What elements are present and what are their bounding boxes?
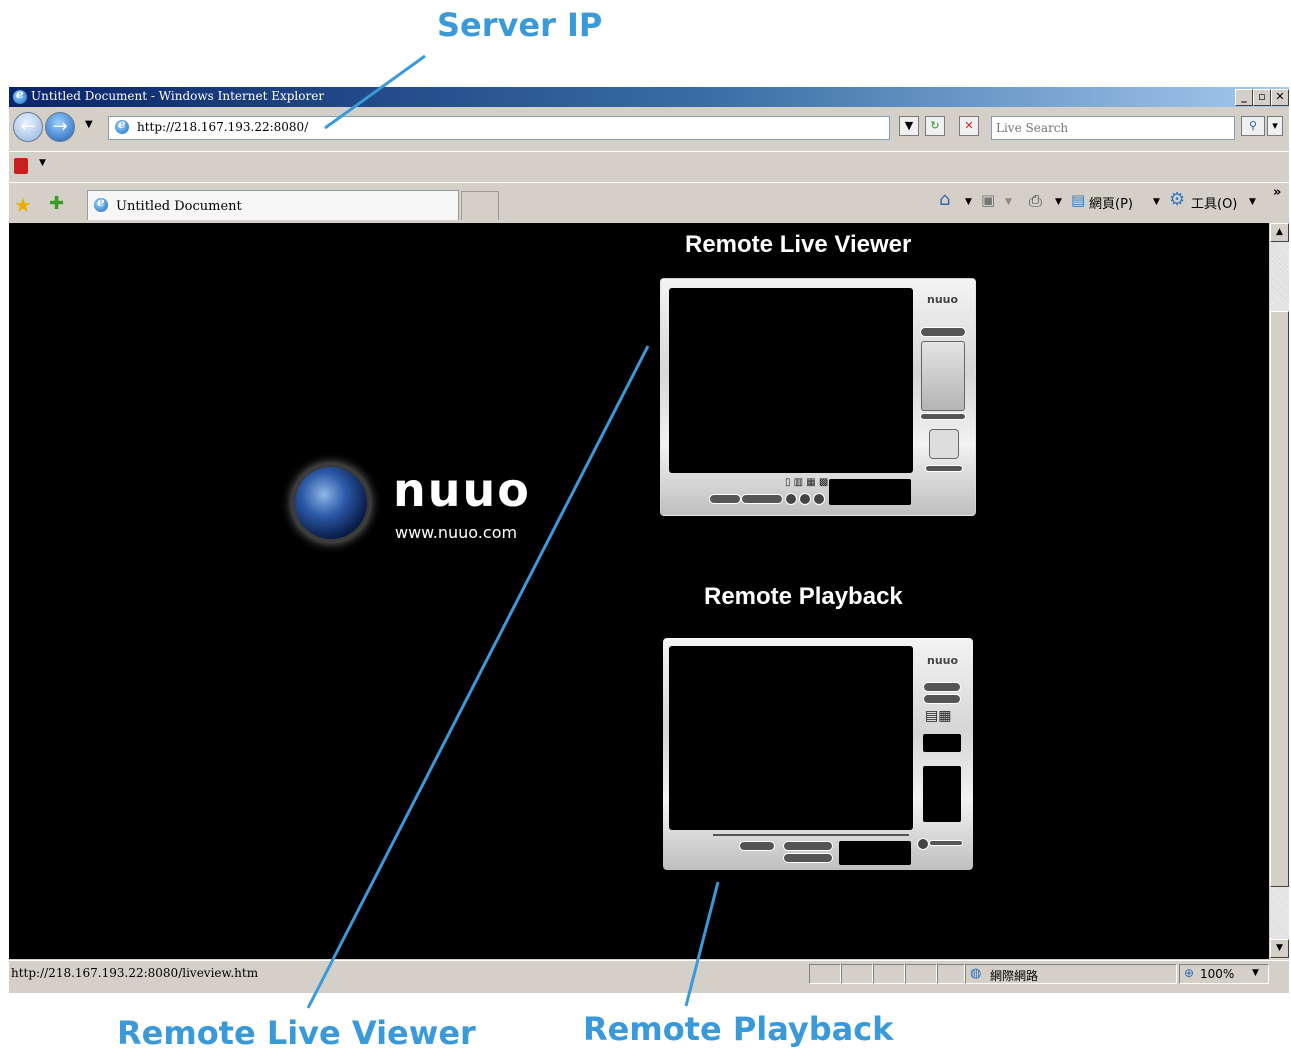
live-viewer-pointer [306, 345, 650, 1009]
callout-lines [306, 54, 720, 1009]
server-ip-pointer [324, 54, 426, 130]
playback-pointer [684, 881, 720, 1007]
